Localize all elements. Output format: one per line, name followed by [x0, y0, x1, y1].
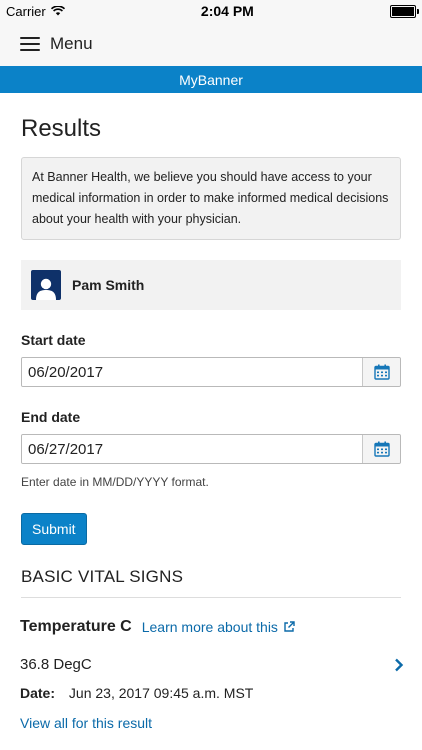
result-date-label: Date: — [20, 685, 56, 701]
result-name: Temperature C — [20, 618, 132, 635]
end-date-label: End date — [21, 409, 81, 425]
main-content: Results At Banner Health, we believe you… — [0, 115, 422, 598]
info-box: At Banner Health, we believe you should … — [21, 157, 401, 240]
result-value: 36.8 DegC — [20, 656, 92, 673]
result-header: Temperature C Learn more about this — [20, 618, 402, 636]
section-title: BASIC VITAL SIGNS — [21, 567, 401, 598]
end-date-input[interactable] — [22, 435, 362, 463]
top-nav-bar: Menu — [0, 22, 422, 66]
page-title: Results — [21, 115, 102, 142]
menu-label[interactable]: Menu — [50, 34, 93, 54]
view-all-link[interactable]: View all for this result — [20, 715, 402, 731]
learn-more-label: Learn more about this — [141, 619, 278, 635]
start-date-label: Start date — [21, 332, 86, 348]
date-format-hint: Enter date in MM/DD/YYYY format. — [21, 475, 209, 489]
wifi-icon — [50, 6, 65, 16]
battery-icon — [390, 4, 419, 18]
end-date-calendar-button[interactable] — [362, 435, 400, 463]
start-date-calendar-button[interactable] — [362, 358, 400, 386]
brand-bar: MyBanner — [0, 66, 422, 93]
result-date-value: Jun 23, 2017 09:45 a.m. MST — [68, 685, 254, 701]
patient-name: Pam Smith — [72, 277, 145, 293]
calendar-icon — [373, 441, 390, 457]
status-time: 2:04 PM — [200, 3, 254, 19]
brand-title: MyBanner — [179, 71, 243, 88]
carrier-label: Carrier — [6, 3, 46, 19]
start-date-input[interactable] — [22, 358, 362, 386]
result-item: Temperature C Learn more about this 36.8… — [0, 618, 422, 731]
result-date: Date: Jun 23, 2017 09:45 a.m. MST — [20, 685, 402, 701]
status-bar: Carrier 2:04 PM — [0, 0, 422, 22]
calendar-icon — [373, 364, 390, 380]
patient-card: Pam Smith — [21, 260, 401, 310]
user-icon — [31, 270, 61, 300]
submit-button[interactable]: Submit — [21, 513, 87, 545]
hamburger-icon[interactable] — [20, 37, 40, 51]
result-value-row[interactable]: 36.8 DegC — [20, 656, 404, 673]
start-date-group — [21, 357, 401, 387]
chevron-right-icon[interactable] — [394, 658, 404, 672]
external-link-icon — [284, 621, 295, 632]
status-left: Carrier — [6, 4, 65, 19]
end-date-group — [21, 434, 401, 464]
learn-more-link[interactable]: Learn more about this — [142, 619, 295, 635]
